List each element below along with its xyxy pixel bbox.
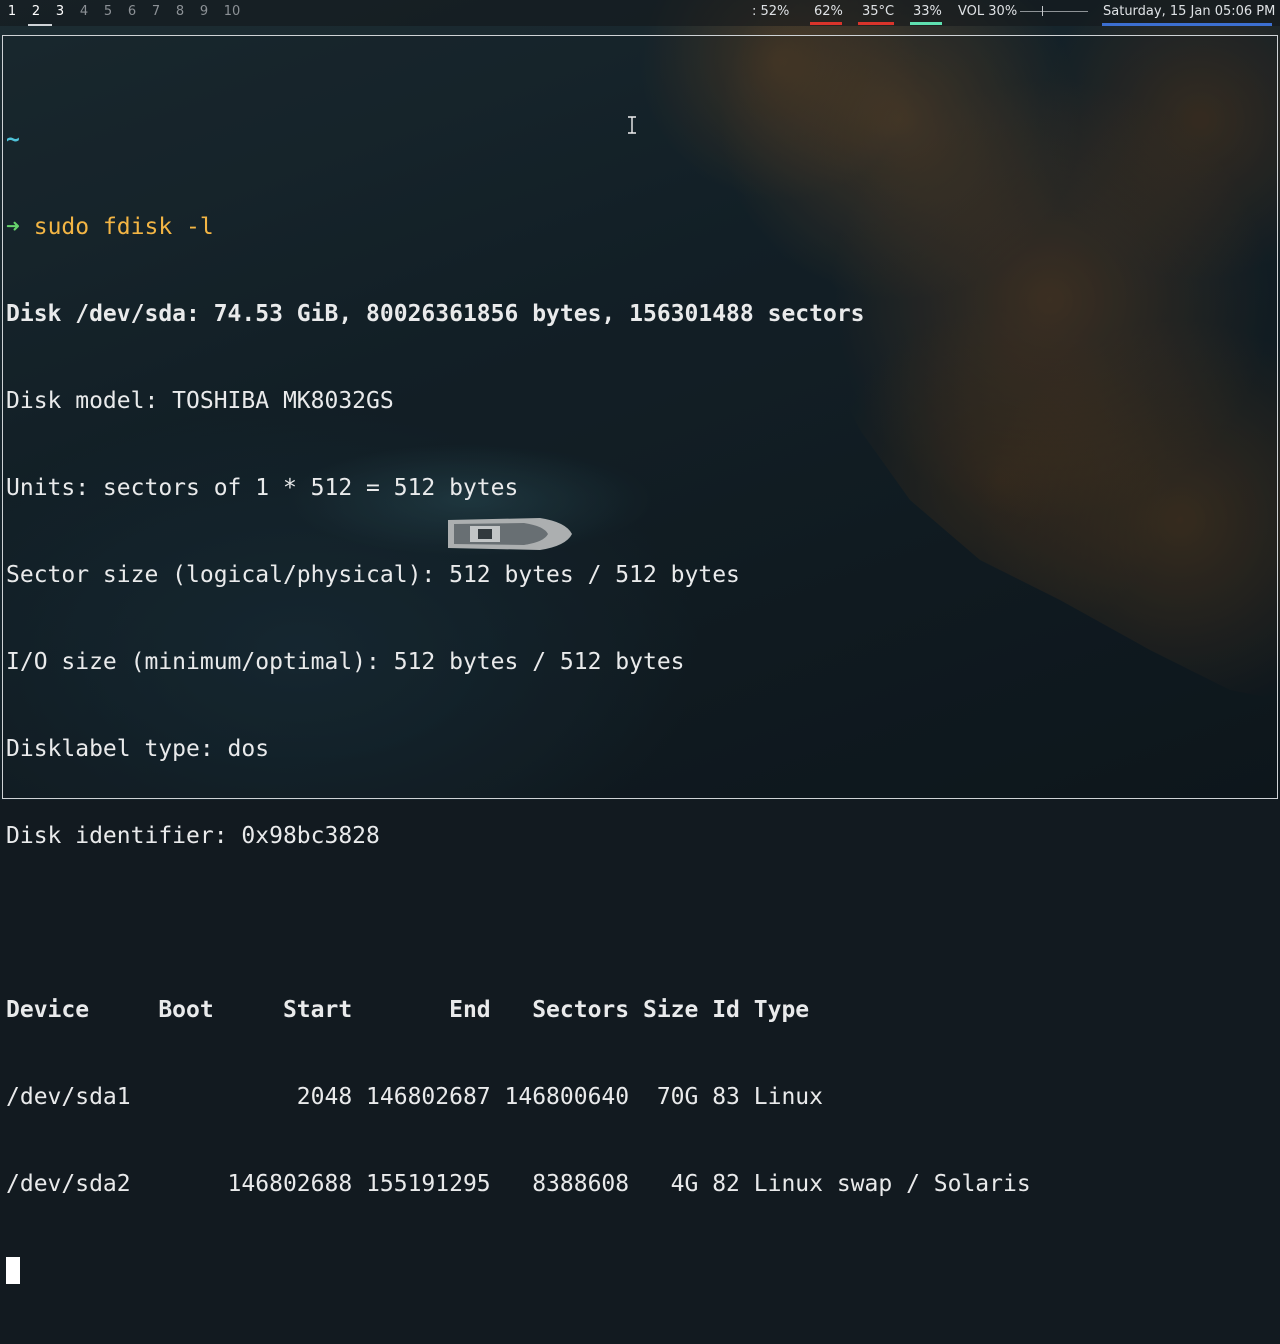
command-text: sudo fdisk -l [33,214,214,240]
top-status-bar: 1 2 3 4 5 6 7 8 9 10 : 52% 62% 35°C 33% VOL 30% S… [0,0,1280,26]
workspace-7[interactable]: 7 [144,4,168,19]
output-line: Units: sectors of 1 * 512 = 512 bytes [6,475,519,501]
output-line: Disklabel type: dos [6,736,270,762]
output-line: Disk identifier: 0x98bc3828 [6,823,380,849]
disk-usage-line [910,22,942,25]
workspace-1[interactable]: 1 [0,4,24,19]
temperature-line [858,22,894,25]
workspace-9[interactable]: 9 [192,4,216,19]
output-line: Disk model: TOSHIBA MK8032GS [6,388,394,414]
volume-slider-knob[interactable] [1042,6,1043,16]
terminal-output[interactable]: ~ ➜ sudo fdisk -l Disk /dev/sda: 74.53 G… [6,68,1031,1344]
date-time: Saturday, 15 Jan 05:06 PM [1103,4,1276,19]
cpu-status: : 52% [752,4,790,19]
prompt-arrow-icon: ➜ [6,214,20,240]
date-time-underline [1102,23,1272,26]
workspace-switcher: 1 2 3 4 5 6 7 8 9 10 [0,4,248,26]
workspace-4[interactable]: 4 [72,4,96,19]
output-line: Sector size (logical/physical): 512 byte… [6,562,740,588]
partition-row: /dev/sda1 2048 146802687 146800640 70G 8… [6,1084,823,1110]
workspace-10[interactable]: 10 [216,4,248,19]
active-workspace-indicator [28,24,52,26]
output-line: I/O size (minimum/optimal): 512 bytes / … [6,649,685,675]
workspace-5[interactable]: 5 [96,4,120,19]
volume-status: VOL 30% [958,4,1018,19]
workspace-2[interactable]: 2 [24,4,48,19]
volume-slider[interactable] [1020,11,1088,12]
text-cursor-icon [628,116,636,134]
prompt-directory: ~ [6,127,20,153]
disk-status: 33% [913,4,942,19]
workspace-3[interactable]: 3 [48,4,72,19]
terminal-cursor [6,1257,20,1284]
memory-usage-line [810,22,842,25]
output-line: Disk /dev/sda: 74.53 GiB, 80026361856 by… [6,301,865,327]
memory-status: 62% [814,4,843,19]
workspace-8[interactable]: 8 [168,4,192,19]
workspace-6[interactable]: 6 [120,4,144,19]
temperature-status: 35°C [862,4,895,19]
partition-row: /dev/sda2 146802688 155191295 8388608 4G… [6,1171,1031,1197]
partition-table-header: Device Boot Start End Sectors Size Id Ty… [6,997,810,1023]
terminal-window[interactable]: ~ ➜ sudo fdisk -l Disk /dev/sda: 74.53 G… [2,35,1278,1284]
